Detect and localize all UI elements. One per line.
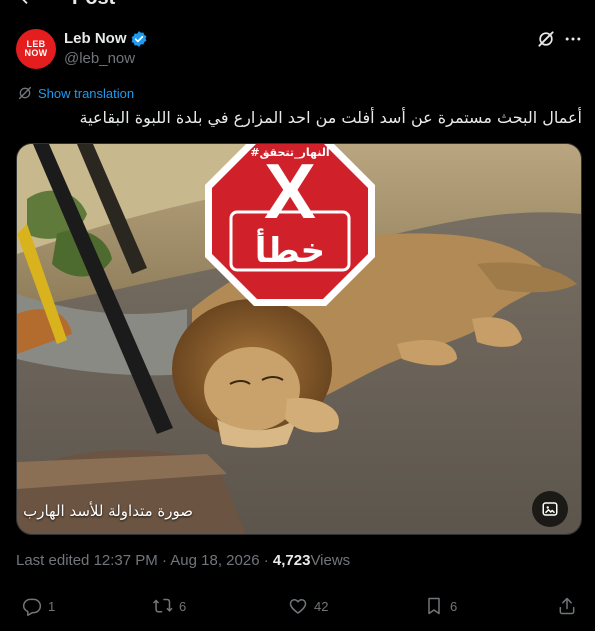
- image-description-button[interactable]: [532, 491, 568, 527]
- bookmark-count: 6: [450, 598, 458, 614]
- verified-badge-icon[interactable]: [130, 30, 148, 48]
- grok-icon[interactable]: [536, 29, 556, 49]
- author-name[interactable]: Leb Now: [64, 30, 127, 47]
- page-title: Post: [72, 0, 115, 10]
- image-caption: صورة متداولة للأسد الهارب: [23, 502, 193, 520]
- tweet-media[interactable]: #النهار_تتحقق X خطأ صورة متداولة للأسد ا…: [16, 143, 582, 535]
- meta-separator: ·: [161, 552, 167, 569]
- author-handle[interactable]: @leb_now: [64, 50, 135, 67]
- post-time[interactable]: 12:37 PM: [94, 552, 158, 569]
- false-claim-stop-sign: #النهار_تتحقق X خطأ: [205, 144, 375, 306]
- action-bar: 1 6 42 6: [0, 596, 595, 626]
- repost-button[interactable]: 6: [153, 596, 186, 616]
- like-count: 42: [314, 598, 329, 614]
- reply-icon: [22, 598, 42, 616]
- edited-label[interactable]: Last edited: [16, 552, 89, 569]
- reply-count: 1: [48, 598, 56, 614]
- repost-icon: [153, 598, 173, 613]
- bookmark-icon: [428, 597, 440, 615]
- share-button[interactable]: [557, 596, 577, 616]
- avatar-logo-line2: NOW: [24, 48, 48, 58]
- top-header: Post: [0, 0, 595, 10]
- show-translation-row[interactable]: Show translation: [17, 85, 134, 101]
- back-arrow-icon[interactable]: [16, 0, 38, 8]
- image-description-icon: [542, 502, 558, 516]
- show-translation-link[interactable]: Show translation: [38, 86, 134, 101]
- more-options-icon[interactable]: [563, 29, 583, 49]
- heart-icon: [289, 599, 307, 614]
- like-button[interactable]: 42: [288, 596, 328, 616]
- share-icon: [559, 597, 575, 615]
- bookmark-button[interactable]: 6: [424, 596, 457, 616]
- reply-button[interactable]: 1: [22, 596, 55, 616]
- false-x-mark: X: [264, 147, 316, 235]
- tweet-text: أعمال البحث مستمرة عن أسد أفلت من احد ال…: [79, 108, 582, 127]
- post-page: Post LEB NOW Leb Now @leb_now Show trans…: [0, 0, 595, 631]
- views-count: 4,723: [272, 552, 311, 569]
- avatar[interactable]: LEB NOW: [16, 29, 56, 69]
- translate-icon: [18, 86, 32, 100]
- repost-count: 6: [179, 598, 187, 614]
- false-verdict-label: خطأ: [255, 228, 325, 271]
- post-date[interactable]: Aug 18, 2026: [170, 552, 259, 569]
- post-metadata: Last edited 12:37 PM · Aug 18, 2026 · 4,…: [16, 552, 350, 569]
- meta-separator-2: ·: [263, 552, 269, 569]
- views-label: Views: [310, 552, 351, 569]
